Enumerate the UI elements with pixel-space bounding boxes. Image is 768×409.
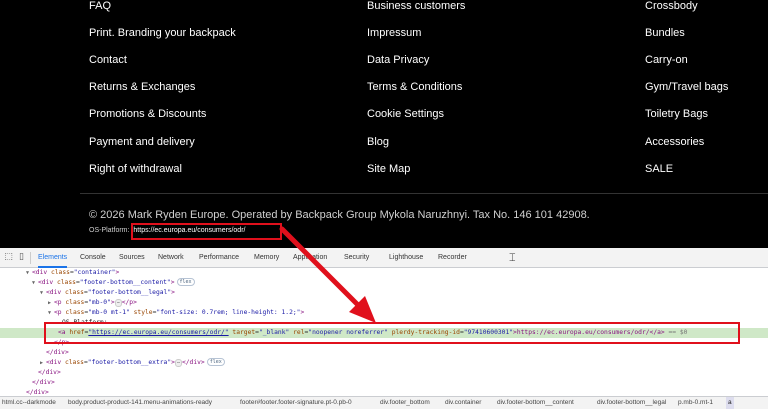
breadcrumb-a[interactable]: a <box>726 397 734 409</box>
tab-sources[interactable]: Sources <box>119 248 145 268</box>
breadcrumb-html[interactable]: html.cc--darkmode <box>2 397 56 409</box>
text-cursor-icon: ⌶ <box>509 251 516 264</box>
dom-node-container[interactable]: ▼ <div class="container"> <box>0 268 768 278</box>
breadcrumb-footer-content[interactable]: div.footer-bottom__content <box>497 397 574 409</box>
footer-link-carry-on[interactable]: Carry-on <box>645 54 688 67</box>
footer-link-sale[interactable]: SALE <box>645 163 673 176</box>
dom-close-div-content[interactable]: </div> <box>0 368 768 378</box>
footer-link-terms[interactable]: Terms & Conditions <box>367 81 462 94</box>
tab-recorder[interactable]: Recorder <box>438 248 467 268</box>
dom-node-footer-extra[interactable]: ▶ <div class="footer-bottom__extra"> ⋯ </di… <box>0 358 768 368</box>
footer-link-blog[interactable]: Blog <box>367 136 389 149</box>
footer-divider <box>80 193 768 194</box>
tab-network[interactable]: Network <box>158 248 184 268</box>
footer-link-promotions[interactable]: Promotions & Discounts <box>89 108 206 121</box>
footer-link-business[interactable]: Business customers <box>367 0 465 13</box>
dom-node-p-mb0[interactable]: ▶ <p class="mb-0"> ⋯ </p> <box>0 298 768 308</box>
flex-badge[interactable]: flex <box>176 278 195 286</box>
devtools-breadcrumb-bar: html.cc--darkmode body.product-product-1… <box>0 396 768 409</box>
dom-node-footer-legal[interactable]: ▼ <div class="footer-bottom__legal"> <box>0 288 768 298</box>
breadcrumb-body[interactable]: body.product-product-141.menu-animations… <box>68 397 212 409</box>
footer-link-contact[interactable]: Contact <box>89 54 127 67</box>
annotation-box-link <box>131 223 282 240</box>
footer-link-bundles[interactable]: Bundles <box>645 27 685 40</box>
footer-link-gym-travel[interactable]: Gym/Travel bags <box>645 81 728 94</box>
footer-link-privacy[interactable]: Data Privacy <box>367 54 429 67</box>
ellipsis-badge[interactable]: ⋯ <box>174 359 182 367</box>
tab-elements[interactable]: Elements <box>38 248 68 268</box>
breadcrumb-footer-bottom[interactable]: div.footer_bottom <box>380 397 430 409</box>
breadcrumb-footer[interactable]: footer#footer.footer-signature.pt-0.pb-0 <box>240 397 352 409</box>
tab-console[interactable]: Console <box>80 248 106 268</box>
inspect-element-icon[interactable]: ⬚ <box>3 252 14 263</box>
tab-memory[interactable]: Memory <box>254 248 279 268</box>
footer-link-payment[interactable]: Payment and delivery <box>89 136 195 149</box>
footer-link-accessories[interactable]: Accessories <box>645 136 704 149</box>
footer-link-faq[interactable]: FAQ <box>89 0 111 13</box>
ellipsis-badge[interactable]: ⋯ <box>114 299 122 307</box>
footer-link-crossbody[interactable]: Crossbody <box>645 0 698 13</box>
breadcrumb-container[interactable]: div.container <box>445 397 481 409</box>
tabbar-separator <box>30 252 31 264</box>
breadcrumb-footer-legal[interactable]: div.footer-bottom__legal <box>597 397 666 409</box>
footer-link-impressum[interactable]: Impressum <box>367 27 421 40</box>
dom-node-footer-content[interactable]: ▼ <div class="footer-bottom__content"> fle… <box>0 278 768 288</box>
device-toolbar-icon[interactable]: ▯ <box>16 252 27 263</box>
tab-application[interactable]: Application <box>293 248 327 268</box>
footer-link-withdrawal[interactable]: Right of withdrawal <box>89 163 182 176</box>
footer-link-cookies[interactable]: Cookie Settings <box>367 108 444 121</box>
footer-link-returns[interactable]: Returns & Exchanges <box>89 81 195 94</box>
dom-close-div-legal[interactable]: </div> <box>0 348 768 358</box>
annotation-box-dom-node <box>44 322 740 344</box>
devtools-tabbar: ⬚ ▯ Elements Console Sources Network Per… <box>0 248 768 268</box>
os-platform-label: OS-Platform: <box>89 227 130 234</box>
tab-performance[interactable]: Performance <box>199 248 239 268</box>
footer-link-sitemap[interactable]: Site Map <box>367 163 410 176</box>
site-footer: FAQ Print. Branding your backpack Contac… <box>0 0 768 248</box>
breadcrumb-p[interactable]: p.mb-0.mt-1 <box>678 397 713 409</box>
tab-lighthouse[interactable]: Lighthouse <box>389 248 423 268</box>
dom-close-div-container[interactable]: </div> <box>0 378 768 388</box>
copyright-text: © 2026 Mark Ryden Europe. Operated by Ba… <box>89 209 590 221</box>
tab-security[interactable]: Security <box>344 248 369 268</box>
dom-node-p-mb0-mt1[interactable]: ▼ <p class="mb-0 mt-1" style="font-size: … <box>0 308 768 318</box>
footer-link-print-branding[interactable]: Print. Branding your backpack <box>89 27 236 40</box>
flex-badge[interactable]: flex <box>206 358 225 366</box>
footer-link-toiletry[interactable]: Toiletry Bags <box>645 108 708 121</box>
